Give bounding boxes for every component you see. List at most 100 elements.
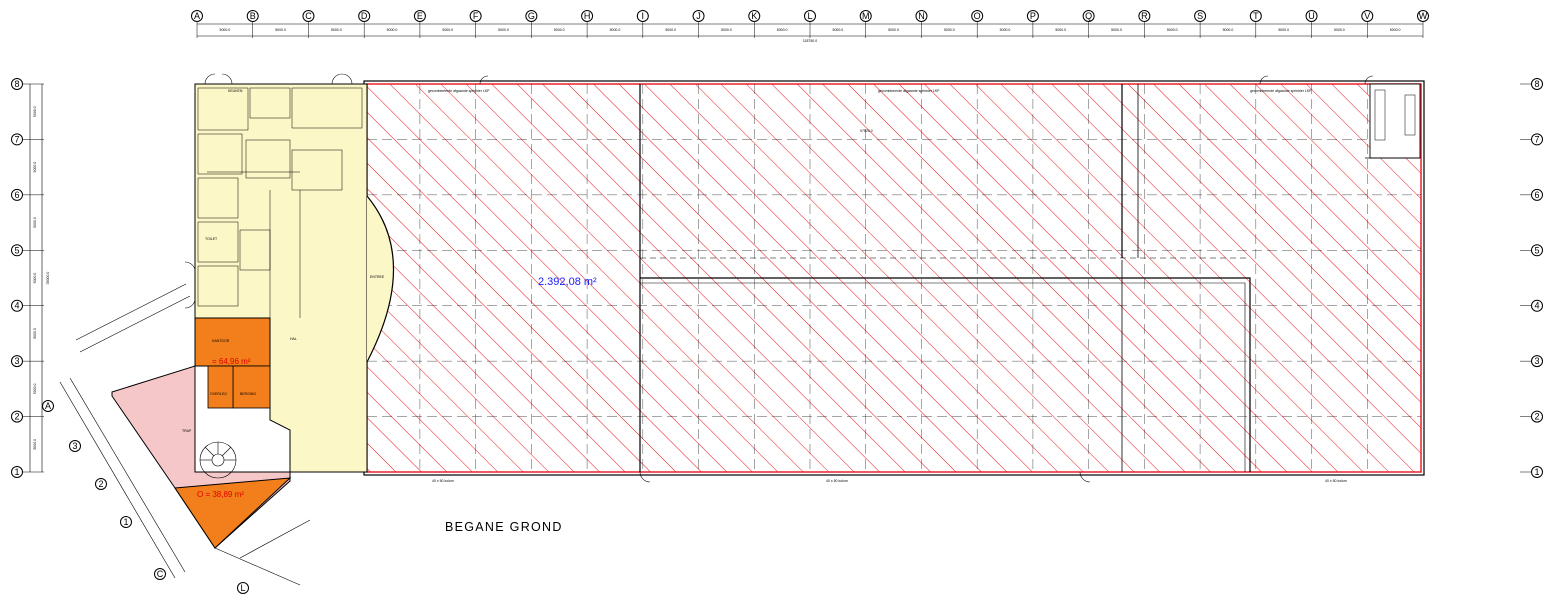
hall-label: HAL: [290, 337, 297, 341]
grid-bubble-e: E: [413, 10, 426, 22]
grid-bubble-f: F: [469, 10, 482, 22]
diagonal-bubble-1: 1: [120, 516, 132, 528]
row-bubble-left-3: 3: [11, 355, 23, 368]
grid-bubble-n: N: [915, 10, 928, 22]
module-dimension-label: 5000.0: [1111, 28, 1122, 32]
sprinkler-note-3: gecombineerde afgaande sprinkler LKP: [1250, 89, 1312, 93]
svg-text:I: I: [642, 11, 645, 21]
svg-text:1: 1: [123, 517, 128, 527]
svg-text:T: T: [1253, 11, 1259, 21]
office-area-top: = 64,96 m²: [212, 357, 251, 366]
svg-text:4: 4: [14, 301, 19, 311]
diagonal-bubble-3: 3: [69, 440, 81, 452]
column-note-3: 40 x 50 kolom: [1325, 479, 1347, 483]
grid-bubble-m: M: [859, 10, 872, 22]
grid-bubble-w: W: [1417, 10, 1429, 22]
svg-text:D: D: [361, 11, 368, 21]
module-dimension-label: 5000.0: [1334, 28, 1345, 32]
module-dimension-label: 5000.0: [498, 28, 509, 32]
row-bubble-right-6: 6: [1531, 188, 1543, 201]
grid-bubble-c: C: [302, 10, 315, 22]
svg-text:1: 1: [14, 467, 19, 477]
grid-bubble-l: L: [804, 10, 816, 22]
svg-text:Q: Q: [1085, 11, 1092, 21]
svg-text:G: G: [528, 11, 535, 21]
row-bubble-right-2: 2: [1531, 410, 1543, 423]
svg-text:7: 7: [14, 134, 19, 144]
diagonal-bubble-a: A: [42, 400, 54, 412]
module-dimension-label: 5000.0: [275, 28, 286, 32]
diagonal-bubble-c: C: [154, 568, 166, 580]
toilet-label: TOILET: [205, 237, 218, 241]
svg-text:L: L: [240, 583, 245, 593]
svg-text:2: 2: [1534, 412, 1539, 422]
row-dimension-label: 5000.0: [33, 383, 37, 394]
kitchen-label: KEUKEN: [228, 89, 243, 93]
module-dimension-label: 5000.0: [331, 28, 342, 32]
svg-text:2: 2: [98, 479, 103, 489]
row-bubble-right-3: 3: [1531, 355, 1543, 368]
svg-text:5: 5: [1534, 245, 1539, 255]
office-room-label: KANTOOR: [212, 339, 230, 343]
column-note-1: 40 x 50 kolom: [432, 479, 454, 483]
grid-bubble-d: D: [358, 10, 371, 22]
drawing-title: BEGANE GROND: [445, 520, 563, 534]
row-dimension-label: 5000.0: [33, 106, 37, 117]
grid-bubble-b: B: [246, 10, 259, 22]
stair-label: TRAP: [182, 429, 192, 433]
row-bubble-left-8: 8: [11, 78, 23, 90]
svg-text:U: U: [1308, 11, 1315, 21]
grid-bubble-k: K: [748, 10, 761, 22]
row-bubble-right-8: 8: [1531, 78, 1543, 90]
grid-bubble-p: P: [1026, 10, 1039, 22]
svg-text:W: W: [1419, 11, 1428, 21]
svg-text:1: 1: [1534, 467, 1539, 477]
grid-bubble-r: R: [1138, 10, 1151, 22]
svg-text:6: 6: [14, 190, 19, 200]
office-area-bottom: O = 38,89 m²: [197, 490, 244, 499]
grid-bubble-t: T: [1249, 10, 1262, 22]
grid-bubble-o: O: [971, 10, 984, 22]
row-bubble-right-5: 5: [1531, 244, 1543, 257]
module-dimension-label: 5000.0: [442, 28, 453, 32]
grid-bubble-s: S: [1194, 10, 1207, 22]
module-dimension-label: 5000.0: [1167, 28, 1178, 32]
bottom-axis-bubble: L: [237, 582, 249, 594]
svg-text:4: 4: [1534, 301, 1539, 311]
grid-bubble-q: Q: [1082, 10, 1095, 22]
row-dimension-label: 5000.0: [33, 217, 37, 228]
storage-label: BERGING: [240, 392, 256, 396]
row-bubble-left-5: 5: [11, 244, 23, 257]
svg-text:M: M: [862, 11, 870, 21]
grid-bubble-h: H: [581, 10, 594, 22]
overall-dimension-label: 118750.0: [803, 39, 817, 43]
module-dimension-label: 5000.0: [1000, 28, 1011, 32]
module-dimension-label: 5000.0: [1278, 28, 1289, 32]
svg-text:E: E: [417, 11, 423, 21]
svg-text:5: 5: [14, 245, 19, 255]
svg-text:R: R: [1141, 11, 1148, 21]
module-dimension-label: 5000.0: [387, 28, 398, 32]
module-dimension-label: 5000.0: [1055, 28, 1066, 32]
svg-text:H: H: [584, 11, 591, 21]
diagonal-bubble-2: 2: [95, 478, 107, 490]
meeting-label: OVERLEG: [210, 392, 227, 396]
svg-text:C: C: [305, 11, 312, 21]
row-bubble-left-1: 1: [11, 466, 23, 478]
row-bubble-left-4: 4: [11, 299, 23, 312]
svg-text:A: A: [45, 401, 51, 411]
svg-text:6: 6: [1534, 190, 1539, 200]
grid-bubble-g: G: [525, 10, 538, 22]
row-bubble-left-2: 2: [11, 410, 23, 423]
module-dimension-label: 5000.0: [777, 28, 788, 32]
row-dimension-label: 5000.0: [33, 273, 37, 284]
row-bubble-right-7: 7: [1531, 133, 1543, 146]
row-bubble-right-4: 4: [1531, 299, 1543, 312]
svg-text:O: O: [974, 11, 981, 21]
module-dimension-label: 5000.0: [1223, 28, 1234, 32]
warehouse-hall: 2.392,08 m² 97525.0 gecombineerde afgaan…: [363, 75, 1425, 483]
sprinkler-note-1: gecombineerde afgaande sprinkler LKP: [428, 89, 490, 93]
hall-width-dimension: 97525.0: [860, 129, 873, 133]
column-note-2: 40 x 50 kolom: [826, 479, 848, 483]
svg-text:N: N: [918, 11, 925, 21]
